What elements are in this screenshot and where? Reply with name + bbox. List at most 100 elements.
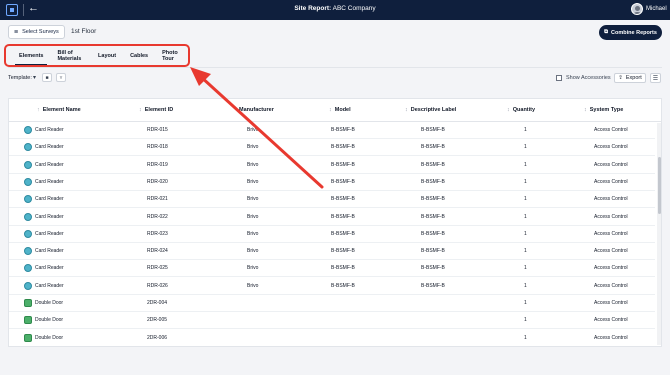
column-header[interactable]: ↕ System Type (584, 107, 623, 113)
model-cell: B-BSMF-B (331, 230, 355, 237)
descriptive-label-cell: B-BSMF-B (421, 127, 445, 133)
table-header: ↑ Element Name ↕ Element ID Manufacturer ↕… (9, 99, 661, 122)
table-row[interactable]: Double Door 2DR-005 1 Access Control (9, 312, 655, 330)
table-row[interactable]: Card Reader RDR-020 Brivo B-BSMF-B B-BSMF-B 1… (9, 174, 655, 191)
table-row[interactable]: Card Reader RDR-018 Brivo B-BSMF-B B-BSMF-B 1… (9, 139, 655, 157)
select-surveys-button[interactable]: ≡ Select Surveys (8, 25, 65, 39)
table-row[interactable]: Card Reader RDR-015 Brivo B-BSMF-B B-BSMF-B 1… (9, 122, 655, 139)
card-reader-icon (24, 177, 32, 186)
column-header[interactable]: Manufacturer (239, 107, 274, 113)
model-cell: B-BSMF-B (331, 144, 355, 151)
show-accessories-checkbox[interactable] (556, 75, 562, 81)
user-avatar[interactable] (631, 3, 643, 15)
quantity-cell: 1 (524, 161, 527, 168)
column-settings-icon[interactable]: ☰ (650, 73, 661, 83)
element-name-cell: Double Door (35, 334, 64, 341)
combine-reports-button[interactable]: ⧉ Combine Reports (599, 25, 662, 40)
quantity-cell: 1 (524, 196, 527, 203)
export-icon: ⇪ (618, 75, 623, 81)
manufacturer-cell: Brivo (247, 178, 259, 185)
table-row[interactable]: Card Reader RDR-024 Brivo B-BSMF-B B-BSMF-B 1… (9, 243, 655, 261)
scrollbar-thumb[interactable] (657, 157, 661, 214)
card-reader-icon (24, 212, 32, 221)
element-id-cell: 2DR-005 (147, 317, 168, 324)
list-filter-icon: ≡ (14, 28, 19, 36)
system-type-cell: Access Control (594, 265, 628, 272)
card-reader-icon (24, 281, 32, 290)
column-header[interactable]: ↕ Descriptive Label (405, 107, 456, 113)
floor-label: 1st Floor (71, 28, 97, 35)
double-door-icon (24, 333, 32, 342)
tab-cables[interactable]: Cables (123, 46, 155, 65)
table-row[interactable]: Card Reader RDR-019 Brivo B-BSMF-B B-BSMF-B 1… (9, 157, 655, 174)
save-template-icon[interactable]: ■ (42, 73, 52, 82)
table-row[interactable]: Card Reader RDR-022 Brivo B-BSMF-B B-BSMF-B 1… (9, 209, 655, 226)
title-company: ABC Company (332, 5, 376, 12)
element-name-cell: Card Reader (35, 144, 64, 151)
column-header[interactable]: ↕ Quantity (507, 107, 535, 113)
manufacturer-cell: Brivo (247, 144, 259, 151)
column-header[interactable]: ↕ Model (329, 107, 351, 113)
quantity-cell: 1 (524, 317, 527, 324)
user-name[interactable]: Michael (646, 6, 667, 12)
element-id-cell: RDR-021 (147, 196, 168, 203)
descriptive-label-cell: B-BSMF-B (421, 178, 445, 185)
element-name-cell: Double Door (35, 317, 64, 324)
quantity-cell: 1 (524, 230, 527, 237)
element-id-cell: RDR-025 (147, 265, 168, 272)
table-row[interactable]: Card Reader RDR-025 Brivo B-BSMF-B B-BSMF-B 1… (9, 260, 655, 278)
element-id-cell: RDR-023 (147, 230, 168, 237)
table-row[interactable]: Double Door 2DR-004 1 Access Control (9, 295, 655, 312)
show-accessories-label[interactable]: Show Accessories (566, 75, 611, 81)
descriptive-label-cell: B-BSMF-B (421, 248, 445, 255)
tab-elements[interactable]: Elements (12, 46, 50, 65)
quantity-cell: 1 (524, 178, 527, 185)
descriptive-label-cell: B-BSMF-B (421, 161, 445, 168)
element-name-cell: Card Reader (35, 282, 64, 289)
page-title: Site Report: ABC Company (0, 5, 670, 12)
table-row[interactable]: Double Door 2DR-006 1 Access Control (9, 330, 655, 346)
descriptive-label-cell: B-BSMF-B (421, 144, 445, 151)
model-cell: B-BSMF-B (331, 178, 355, 185)
element-id-cell: RDR-022 (147, 213, 168, 220)
column-header[interactable]: ↕ Element ID (139, 107, 173, 113)
card-reader-icon (24, 195, 32, 204)
descriptive-label-cell: B-BSMF-B (421, 196, 445, 203)
table-row[interactable]: Card Reader RDR-023 Brivo B-BSMF-B B-BSMF-B 1… (9, 226, 655, 243)
sort-icon: ↕ (405, 107, 408, 113)
tab-photo-tour[interactable]: Photo Tour (155, 46, 188, 65)
element-name-cell: Card Reader (35, 248, 64, 255)
element-id-cell: 2DR-004 (147, 300, 168, 306)
quantity-cell: 1 (524, 282, 527, 289)
element-name-cell: Card Reader (35, 230, 64, 237)
manufacturer-cell: Brivo (247, 248, 259, 255)
manufacturer-cell: Brivo (247, 265, 259, 272)
model-cell: B-BSMF-B (331, 265, 355, 272)
export-label: Export (625, 75, 642, 81)
quantity-cell: 1 (524, 144, 527, 151)
element-name-cell: Card Reader (35, 161, 64, 168)
quantity-cell: 1 (524, 213, 527, 220)
filter-icon[interactable]: ▿ (56, 73, 66, 82)
model-cell: B-BSMF-B (331, 282, 355, 289)
card-reader-icon (24, 143, 32, 152)
table-scrollbar[interactable] (657, 123, 661, 345)
card-reader-icon (24, 126, 32, 134)
tab-layout[interactable]: Layout (91, 46, 123, 65)
double-door-icon (24, 316, 32, 325)
element-id-cell: RDR-018 (147, 144, 168, 151)
template-dropdown-caret-icon[interactable]: ▾ (33, 74, 36, 81)
manufacturer-cell: Brivo (247, 127, 259, 133)
card-reader-icon (24, 264, 32, 273)
column-header[interactable]: ↑ Element Name (37, 107, 81, 113)
table-row[interactable]: Card Reader RDR-021 Brivo B-BSMF-B B-BSMF-B 1… (9, 191, 655, 209)
manufacturer-cell: Brivo (247, 196, 259, 203)
system-type-cell: Access Control (594, 230, 628, 237)
export-button[interactable]: ⇪ Export (614, 73, 646, 83)
table-row[interactable]: Card Reader RDR-026 Brivo B-BSMF-B B-BSMF-B 1… (9, 278, 655, 295)
system-type-cell: Access Control (594, 161, 628, 168)
element-name-cell: Card Reader (35, 265, 64, 272)
element-name-cell: Card Reader (35, 196, 64, 203)
tab-bill-of-materials[interactable]: Bill of Materials (50, 46, 91, 65)
system-type-cell: Access Control (594, 300, 628, 306)
